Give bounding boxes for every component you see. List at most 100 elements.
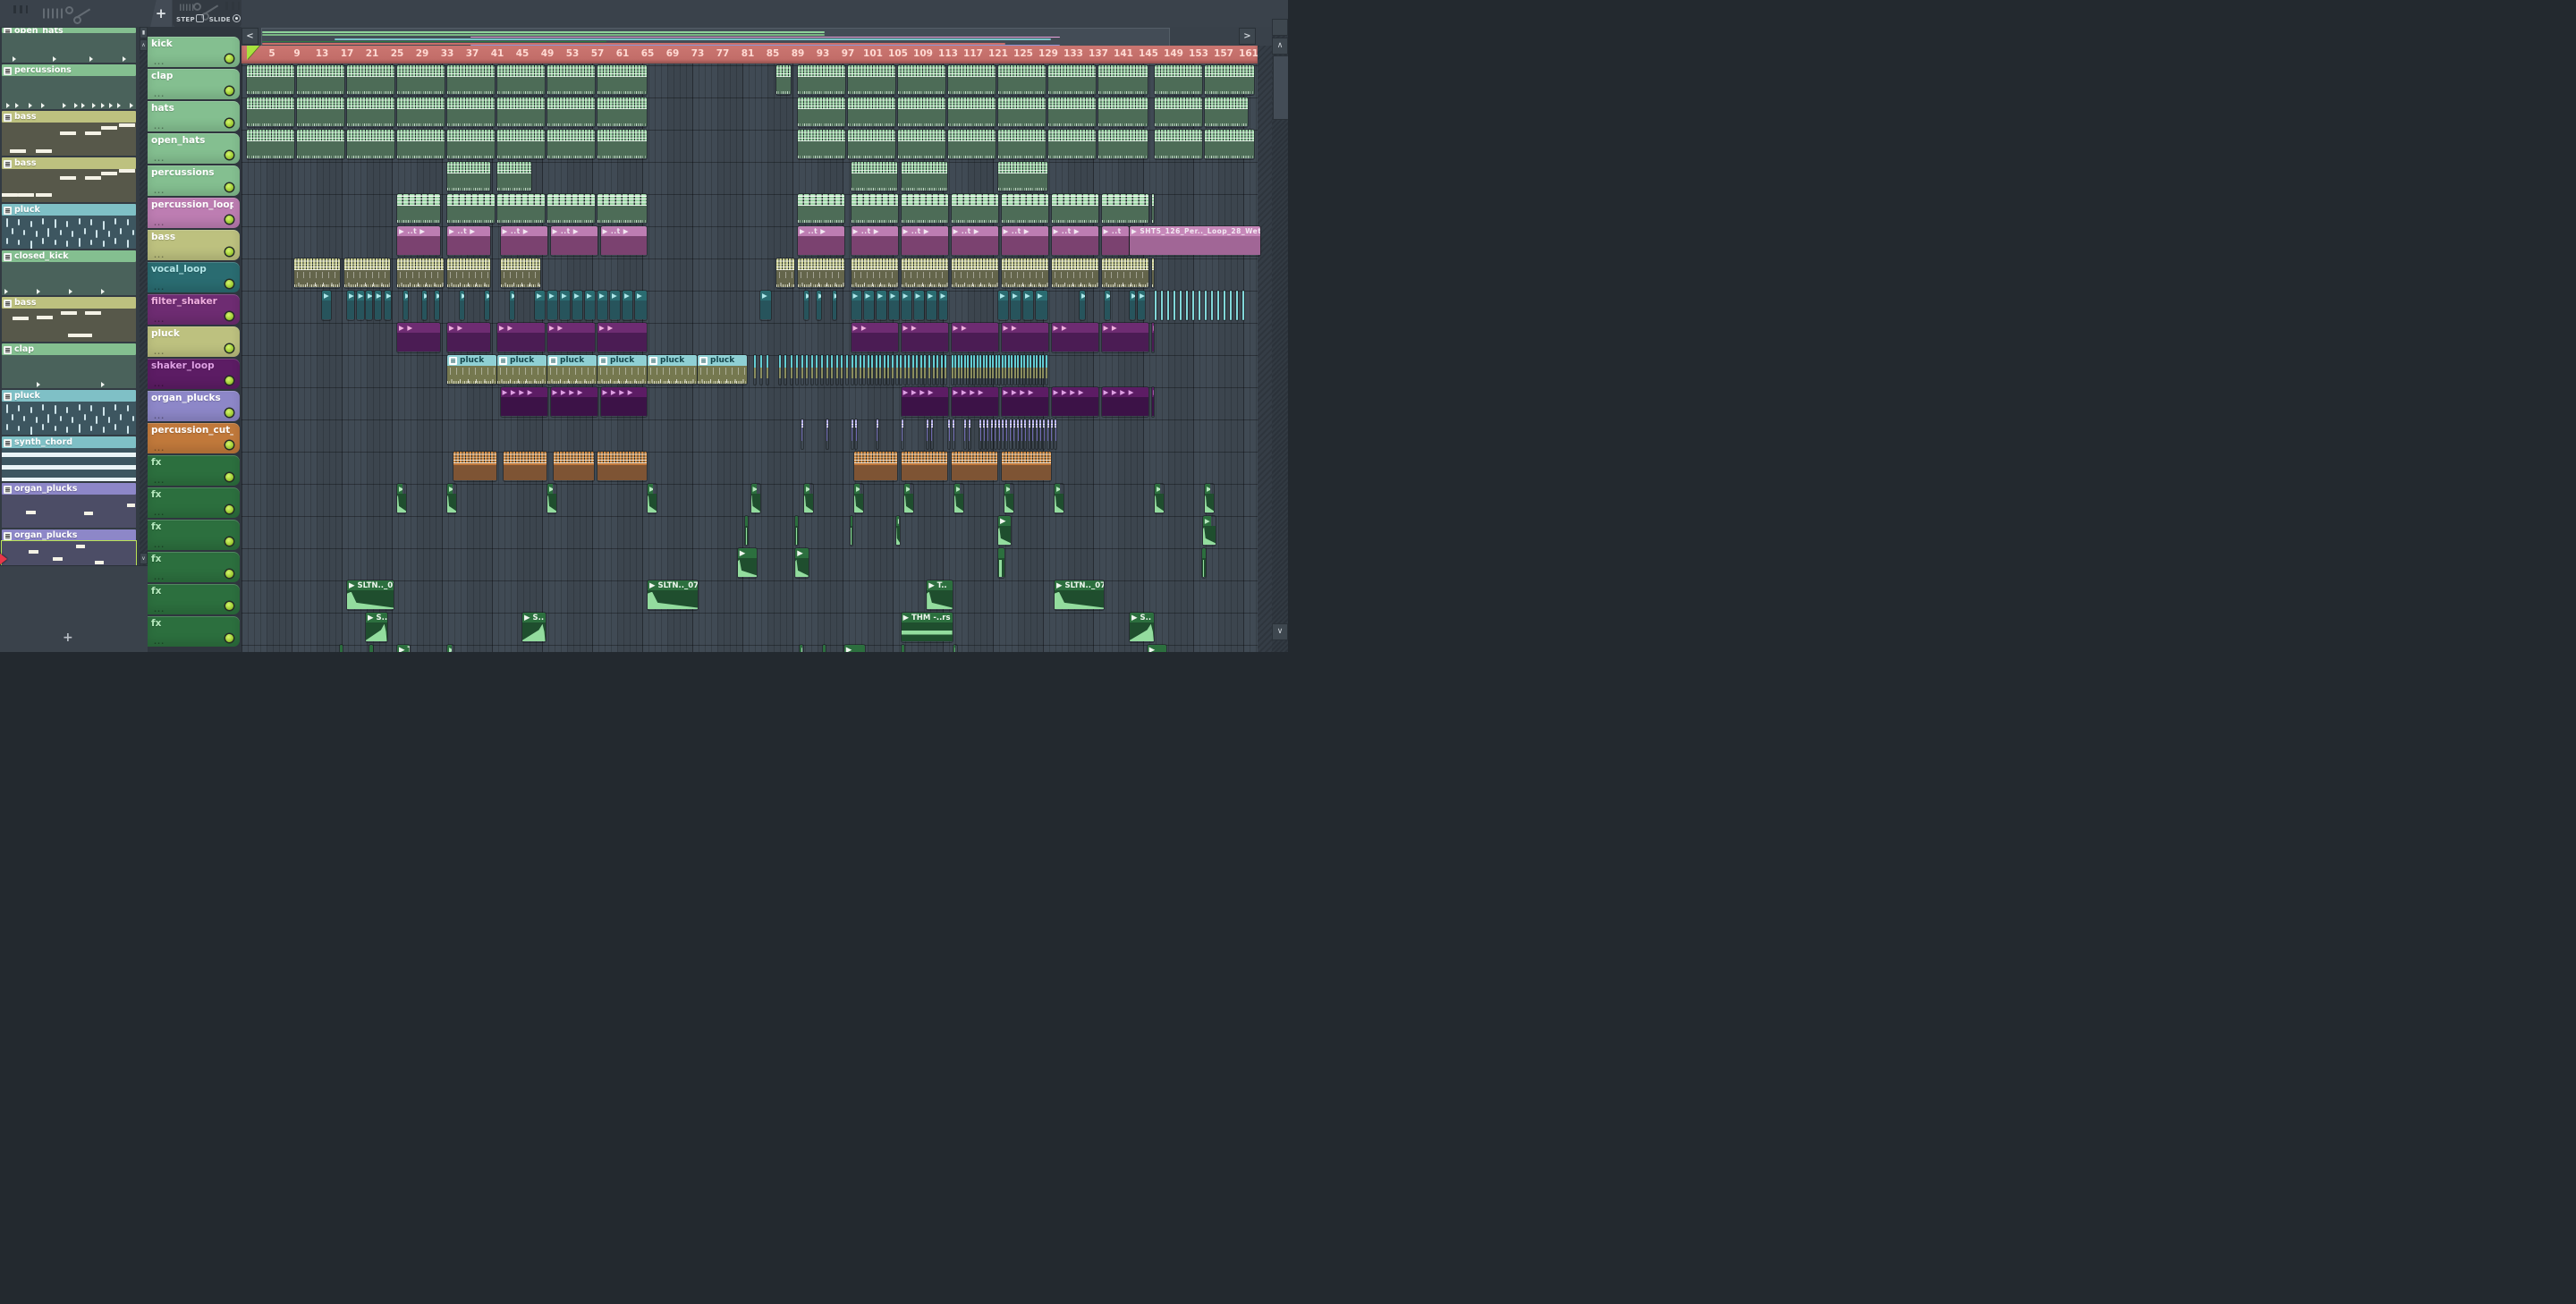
clip-vocal_loop[interactable]: ▶: [597, 290, 608, 320]
clip-pluck[interactable]: [957, 354, 960, 385]
clip-pluck[interactable]: [795, 354, 798, 385]
clip-organ_plucks[interactable]: [1017, 419, 1019, 449]
clip-organ_plucks[interactable]: [963, 419, 966, 449]
clip-vocal_loop[interactable]: ▶: [322, 290, 331, 320]
clip-pluck[interactable]: [887, 354, 890, 385]
clip-vocal_loop[interactable]: ▶: [623, 290, 633, 320]
clip-fx[interactable]: ▶ SLTN.._07: [648, 580, 699, 610]
clip-bass[interactable]: [1101, 258, 1149, 288]
clip-clap[interactable]: [397, 97, 445, 127]
clip-bass[interactable]: [1051, 258, 1099, 288]
clip-vocal_loop[interactable]: ▶: [547, 290, 558, 320]
clip-pluck[interactable]: [767, 354, 768, 385]
clip-organ_plucks[interactable]: [851, 419, 853, 449]
clip-pluck[interactable]: [986, 354, 987, 385]
clip-vocal_loop[interactable]: [1167, 290, 1169, 320]
clip-pluck[interactable]: [936, 354, 939, 385]
track-mute-led[interactable]: [225, 183, 233, 191]
clip-percussion_loop[interactable]: ▶ ..t ▶: [1051, 225, 1099, 256]
clip-vocal_loop[interactable]: [1211, 290, 1213, 320]
clip-vocal_loop[interactable]: ▶: [635, 290, 647, 320]
clip-organ_plucks[interactable]: [1005, 419, 1008, 449]
clip-clap[interactable]: [547, 97, 595, 127]
clip-percussion_cut_l..[interactable]: [901, 451, 947, 481]
clip-vocal_loop[interactable]: [1192, 290, 1194, 320]
clip-filter_shaker[interactable]: ▶ ▶: [1051, 322, 1099, 352]
clip-clap[interactable]: [1048, 97, 1096, 127]
clip-fx[interactable]: ▶: [804, 483, 814, 513]
sidebar-scroll-handle-icon[interactable]: ▮: [140, 27, 148, 38]
clip-vocal_loop[interactable]: ▶: [938, 290, 947, 320]
sidebar-pattern-bass[interactable]: ≡ bass: [2, 157, 136, 202]
clip-vocal_loop[interactable]: ▶: [1023, 290, 1034, 320]
clip-pluck[interactable]: ≡ pluck: [497, 354, 547, 385]
track-header-shaker_loop[interactable]: shaker_loop ...: [148, 359, 240, 389]
clip-pluck[interactable]: [916, 354, 919, 385]
clip-open_hats[interactable]: [998, 161, 1047, 191]
track-header-organ_plucks[interactable]: organ_plucks ...: [148, 391, 240, 421]
clip-fx[interactable]: [795, 515, 799, 546]
track-mute-led[interactable]: [225, 119, 233, 127]
clip-kick[interactable]: [347, 64, 394, 95]
clip-vocal_loop[interactable]: ▶: [422, 290, 427, 320]
clip-clap[interactable]: [1205, 97, 1248, 127]
track-mute-led[interactable]: [225, 505, 233, 513]
clip-kick[interactable]: [998, 64, 1046, 95]
clip-vocal_loop[interactable]: ▶: [1080, 290, 1085, 320]
clip-vocal_loop[interactable]: ▶: [1036, 290, 1047, 320]
track-mute-led[interactable]: [225, 538, 233, 546]
clip-organ_plucks[interactable]: [1050, 419, 1053, 449]
sidebar-scrollbar[interactable]: ▮ ∧ ∨: [140, 27, 148, 565]
clip-hats[interactable]: [297, 129, 344, 159]
clip-pluck[interactable]: [779, 354, 781, 385]
clip-open_hats[interactable]: [901, 161, 947, 191]
clip-pluck[interactable]: [1032, 354, 1035, 385]
clip-vocal_loop[interactable]: ▶: [403, 290, 408, 320]
clip-pluck[interactable]: [1045, 354, 1047, 385]
clip-fx[interactable]: [901, 644, 905, 652]
track-header-percussion_loop[interactable]: percussion_loop ...: [148, 198, 240, 228]
track-header-fx[interactable]: fx ...: [148, 487, 240, 518]
clip-pluck[interactable]: ≡ pluck: [648, 354, 697, 385]
clip-pluck[interactable]: [895, 354, 898, 385]
clip-percussions[interactable]: [597, 193, 647, 224]
track-header-filter_shaker[interactable]: filter_shaker ...: [148, 294, 240, 325]
clip-organ_plucks[interactable]: [1039, 419, 1042, 449]
clip-shaker_loop[interactable]: ▶ ▶ ▶ ▶: [1101, 386, 1149, 417]
clip-shaker_loop[interactable]: ▶ ▶ ▶ ▶: [901, 386, 949, 417]
clip-percussion_loop[interactable]: ▶ SHT5_126_Per.._Loop_28_Wet: [1130, 225, 1260, 256]
sidebar-pattern-synth_chord[interactable]: ≡ synth_chord: [2, 436, 136, 481]
clip-fx[interactable]: [745, 515, 749, 546]
clip-organ_plucks[interactable]: [1046, 419, 1049, 449]
clip-percussion_loop[interactable]: ▶ ..t ▶: [447, 225, 490, 256]
clip-organ_plucks[interactable]: [994, 419, 996, 449]
clip-organ_plucks[interactable]: [1009, 419, 1012, 449]
clip-fx[interactable]: ▶: [1055, 483, 1064, 513]
clip-bass[interactable]: [500, 258, 540, 288]
clip-percussion_loop[interactable]: ▶ ..t ▶: [951, 225, 999, 256]
clip-vocal_loop[interactable]: ▶: [760, 290, 771, 320]
clip-fx[interactable]: ▶: [843, 644, 865, 652]
clip-pluck[interactable]: [845, 354, 848, 385]
clip-pluck[interactable]: [1026, 354, 1029, 385]
clip-hats[interactable]: [247, 129, 294, 159]
scroll-left-icon[interactable]: <: [242, 28, 258, 45]
clip-bass[interactable]: [901, 258, 949, 288]
clip-vocal_loop[interactable]: ▶: [1011, 290, 1021, 320]
clip-percussions[interactable]: [1151, 193, 1154, 224]
clip-vocal_loop[interactable]: ▶: [385, 290, 392, 320]
clip-fx[interactable]: ▶: [795, 547, 809, 578]
clip-kick[interactable]: [597, 64, 647, 95]
clip-hats[interactable]: [998, 129, 1046, 159]
clip-organ_plucks[interactable]: [1024, 419, 1027, 449]
clip-vocal_loop[interactable]: ▶: [926, 290, 936, 320]
clip-clap[interactable]: [1155, 97, 1202, 127]
clip-filter_shaker[interactable]: ▶ ▶: [901, 322, 949, 352]
track-mute-led[interactable]: [225, 409, 233, 417]
clip-fx[interactable]: ▶: [954, 483, 964, 513]
clip-pluck[interactable]: [826, 354, 828, 385]
clip-pluck[interactable]: [1007, 354, 1010, 385]
clip-percussion_cut_l..[interactable]: [597, 451, 647, 481]
clip-kick[interactable]: [447, 64, 495, 95]
clip-pluck[interactable]: [998, 354, 1000, 385]
